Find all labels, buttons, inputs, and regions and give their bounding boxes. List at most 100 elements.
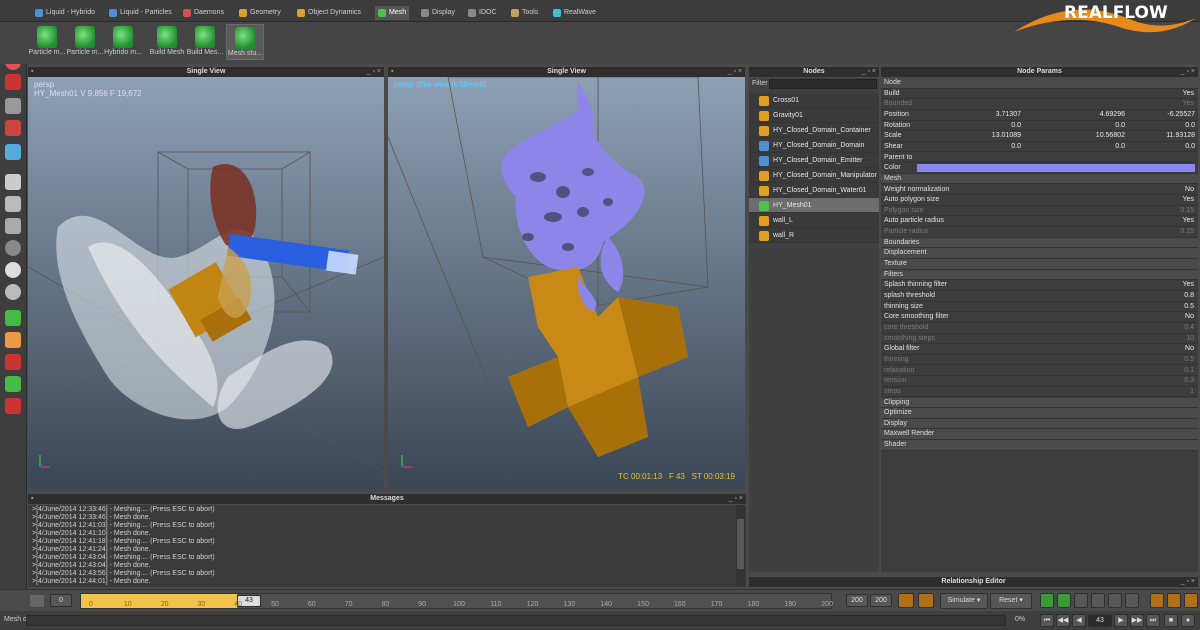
node-item[interactable]: Gravity01 bbox=[749, 108, 879, 123]
frame-input[interactable]: 43 bbox=[1088, 614, 1112, 627]
view-menu-icon[interactable]: ▪ bbox=[391, 67, 393, 77]
camera-icon[interactable] bbox=[1125, 593, 1139, 608]
param-row[interactable]: Shear 0.0 0.0 0.0 bbox=[881, 142, 1198, 153]
param-row[interactable]: Parent to bbox=[881, 153, 1198, 164]
next-key-button[interactable]: ▶▶ bbox=[1130, 614, 1144, 627]
messages-log[interactable]: >[4/June/2014 12:33:46] - Meshing.... (P… bbox=[28, 505, 746, 587]
param-row[interactable]: Rotation 0.0 0.0 0.0 bbox=[881, 121, 1198, 132]
reset-button[interactable]: Reset ▾ bbox=[990, 593, 1032, 609]
brush-icon[interactable] bbox=[5, 310, 21, 326]
section-filters[interactable]: Filters bbox=[881, 269, 1198, 281]
ball-icon[interactable] bbox=[5, 284, 21, 300]
graph-icon[interactable] bbox=[1108, 593, 1122, 608]
param-row[interactable]: splash threshold 0.8 bbox=[881, 291, 1198, 302]
param-row[interactable]: Bounded Yes bbox=[881, 99, 1198, 110]
param-row[interactable]: Polygon size 0.15 bbox=[881, 206, 1198, 217]
messages-scrollbar[interactable] bbox=[736, 505, 745, 587]
tab-liquid-particles[interactable]: Liquid - Particles bbox=[106, 6, 175, 20]
section-shader[interactable]: Shader bbox=[881, 440, 1198, 451]
param-row[interactable]: Weight normalization No bbox=[881, 185, 1198, 196]
key-icon[interactable] bbox=[898, 593, 914, 608]
section-optimize[interactable]: Optimize bbox=[881, 408, 1198, 419]
prev-frame-button[interactable]: ◀ bbox=[1072, 614, 1086, 627]
color-swatch[interactable] bbox=[917, 164, 1195, 172]
param-row[interactable]: Particle radius 0.15 bbox=[881, 227, 1198, 238]
view-window-controls[interactable]: _ ▫ × bbox=[367, 67, 381, 77]
node-item[interactable]: wall_L bbox=[749, 213, 879, 228]
left-viewport[interactable]: persp HY_Mesh01 V 9,856 F 19,672 bbox=[28, 77, 384, 489]
end-frame-field-b[interactable]: 200 bbox=[870, 594, 892, 607]
record-button[interactable]: ● bbox=[1181, 614, 1195, 627]
section-texture[interactable]: Texture bbox=[881, 259, 1198, 270]
end-frame-field-a[interactable]: 200 bbox=[846, 594, 868, 607]
wrench-icon[interactable] bbox=[1184, 593, 1198, 608]
node-item[interactable]: HY_Closed_Domain_Container bbox=[749, 123, 879, 138]
param-row[interactable]: Color bbox=[881, 163, 1198, 174]
shelf-button-2[interactable]: Particle m... bbox=[66, 24, 104, 60]
param-row[interactable]: smoothing steps 10 bbox=[881, 334, 1198, 345]
node-item[interactable]: Cross01 bbox=[749, 93, 879, 108]
nodes-window-controls[interactable]: _ ▫ × bbox=[862, 67, 876, 77]
param-row[interactable]: Auto particle radius Yes bbox=[881, 216, 1198, 228]
export-icon[interactable] bbox=[1074, 593, 1088, 608]
filter-input[interactable] bbox=[769, 79, 877, 89]
tools-icon[interactable] bbox=[1167, 593, 1181, 608]
param-row[interactable]: Scale 13.01089 10.56802 11.93128 bbox=[881, 131, 1198, 142]
param-row[interactable]: thinning 0.5 bbox=[881, 355, 1198, 366]
param-row[interactable]: Global filter No bbox=[881, 344, 1198, 355]
messages-window-controls[interactable]: _ ▫ × bbox=[729, 494, 743, 504]
prev-key-button[interactable]: ◀◀ bbox=[1056, 614, 1070, 627]
param-row[interactable]: Build Yes bbox=[881, 89, 1198, 100]
section-mesh[interactable]: Mesh bbox=[881, 173, 1198, 185]
right-viewport[interactable]: persp (this view is filtered) TC 00:01:1… bbox=[388, 77, 745, 489]
node-item[interactable]: wall_R bbox=[749, 228, 879, 243]
tab-realwave[interactable]: RealWave bbox=[550, 6, 599, 20]
param-row[interactable]: Position 3.71307 4.69296 -6.25527 bbox=[881, 110, 1198, 121]
view-window-controls[interactable]: _ ▫ × bbox=[728, 67, 742, 77]
box-icon[interactable] bbox=[5, 218, 21, 234]
shelf-button-1[interactable]: Particle m... bbox=[28, 24, 66, 60]
node-item[interactable]: HY_Closed_Domain_Domain bbox=[749, 138, 879, 153]
tab-mesh[interactable]: Mesh bbox=[375, 6, 410, 20]
next-frame-button[interactable]: ▶ bbox=[1114, 614, 1128, 627]
sphere-icon[interactable] bbox=[5, 262, 21, 278]
tab-daemons[interactable]: Daemons bbox=[180, 6, 227, 20]
param-row[interactable]: Core smoothing filter No bbox=[881, 312, 1198, 323]
lock-icon[interactable] bbox=[30, 595, 44, 607]
delete-icon[interactable] bbox=[5, 398, 21, 414]
cube-icon[interactable] bbox=[5, 174, 21, 190]
scale-tool-icon[interactable] bbox=[5, 74, 21, 90]
section-clipping[interactable]: Clipping bbox=[881, 397, 1198, 409]
tab-object-dynamics[interactable]: Object Dynamics bbox=[294, 6, 364, 20]
torus-icon[interactable] bbox=[5, 240, 21, 256]
param-row[interactable]: core threshold 0.4 bbox=[881, 323, 1198, 334]
shelf-button-3[interactable]: Hybrido m... bbox=[104, 24, 142, 60]
link-tool-icon[interactable] bbox=[5, 120, 21, 136]
axis-tool-icon[interactable] bbox=[5, 144, 21, 160]
play-icon[interactable] bbox=[1040, 593, 1054, 608]
shelf-button-5[interactable]: Build Mes... bbox=[186, 24, 224, 60]
tab-idoc[interactable]: IDOC bbox=[465, 6, 500, 20]
relationship-window-controls[interactable]: _ ▫ × bbox=[1181, 577, 1195, 587]
stop-button[interactable]: ■ bbox=[1164, 614, 1178, 627]
simulate-button[interactable]: Simulate ▾ bbox=[940, 593, 988, 609]
tab-tools[interactable]: Tools bbox=[508, 6, 541, 20]
tab-display[interactable]: Display bbox=[418, 6, 458, 20]
param-row[interactable]: Auto polygon size Yes bbox=[881, 195, 1198, 206]
section-maxwell[interactable]: Maxwell Render bbox=[881, 429, 1198, 441]
tab-geometry[interactable]: Geometry bbox=[236, 6, 284, 20]
range-icon[interactable] bbox=[918, 593, 934, 608]
view-menu-icon[interactable]: ▪ bbox=[31, 67, 33, 77]
start-frame-field[interactable]: 0 bbox=[50, 594, 72, 607]
section-display[interactable]: Display bbox=[881, 418, 1198, 430]
timeline-scrubber[interactable]: 43 0 10 20 30 40 50 60 70 80 90 100 110 120 130 140 150… bbox=[80, 593, 833, 609]
param-row[interactable]: tension 0.3 bbox=[881, 376, 1198, 387]
last-frame-button[interactable]: ⏭ bbox=[1146, 614, 1160, 627]
node-item[interactable]: HY_Closed_Domain_Emitter bbox=[749, 153, 879, 168]
section-displacement[interactable]: Displacement bbox=[881, 248, 1198, 259]
grid-tool-icon[interactable] bbox=[5, 98, 21, 114]
param-row[interactable]: relaxation 0.1 bbox=[881, 366, 1198, 377]
param-row[interactable]: thinning size 0.5 bbox=[881, 302, 1198, 313]
cache-icon[interactable] bbox=[1091, 593, 1105, 608]
param-row[interactable]: steps 1 bbox=[881, 387, 1198, 398]
